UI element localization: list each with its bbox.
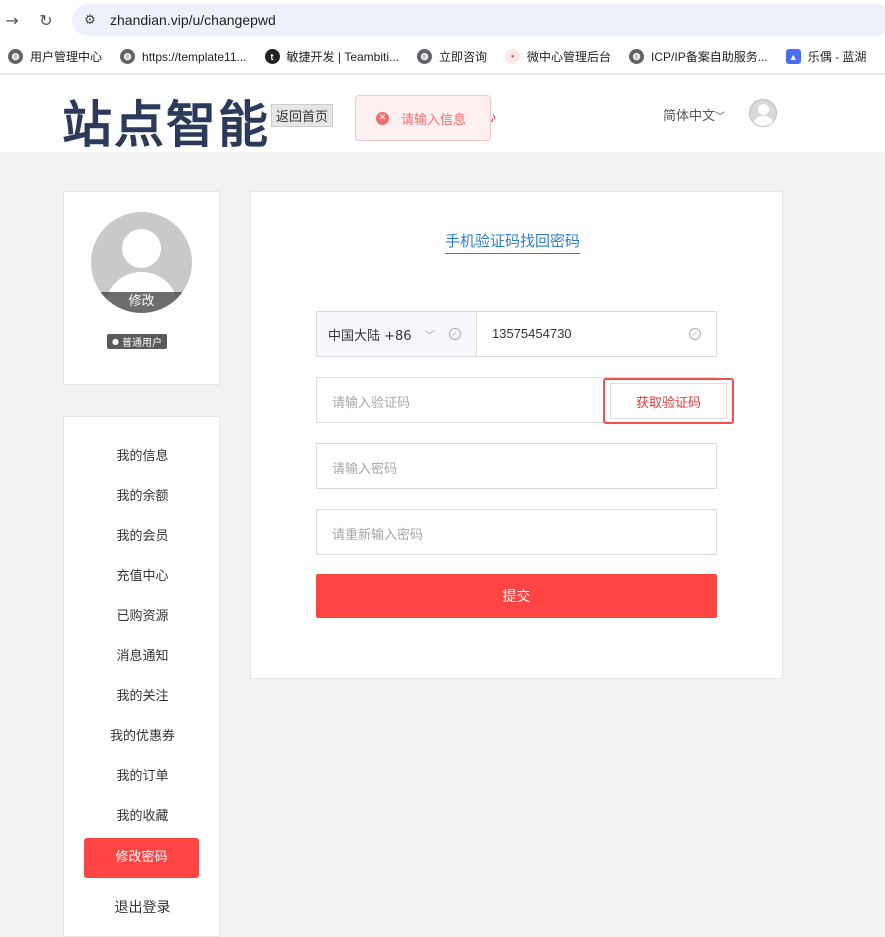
password-field: 请输入密码 [316,443,717,489]
chevron-down-icon: ﹀ [424,330,435,342]
bookmark-item[interactable]: t 敏捷开发 | Teambiti... [264,48,400,65]
bookmark-label: 乐偶 - 蓝湖 [807,50,867,64]
avatar[interactable] [749,99,777,127]
sidebar-item-orders[interactable]: 我的订单 [64,767,221,787]
bookmark-label: 微中心管理后台 [527,50,612,64]
get-code-label: 获取验证码 [635,395,701,411]
phone-input[interactable]: 13575454730 [492,326,572,341]
sidebar-menu: 我的信息 我的余额 我的会员 充值中心 已购资源 消息通知 我的关注 我的优惠券… [63,416,220,937]
country-label: 中国大陆 +86 [328,328,412,344]
user-icon: ● [112,337,119,346]
profile-card: 修改 ● 普通用户 [63,191,220,385]
globe-icon: ◍ [8,49,23,64]
sidebar-item-my-info[interactable]: 我的信息 [64,447,221,467]
avatar-head [758,104,769,115]
site-header: 站点智能 返回首页 中心 ✕ 请输入信息 简体中文﹀ [0,75,885,154]
toast-message: 请输入信息 [401,112,467,128]
phone-field: 中国大陆 +86 ﹀ ✓ 13575454730 ✓ [316,311,717,357]
confirm-password-input[interactable]: 请重新输入密码 [332,524,423,543]
verification-code-field: 请输入验证码 获取验证码 [316,377,734,424]
submit-button[interactable]: 提交 [316,574,717,618]
password-input[interactable]: 请输入密码 [332,458,397,477]
verification-code-input[interactable]: 请输入验证码 [332,392,410,411]
avatar-body [753,116,774,126]
bookmark-item[interactable]: ◍ ICP/IP备案自助服务... [629,48,768,65]
sidebar-item-following[interactable]: 我的关注 [64,687,221,707]
site-settings-icon[interactable]: ⚙ [80,10,100,30]
confirm-password-field: 请重新输入密码 [316,509,717,555]
bookmarks-bar: ◍ 用户管理中心 ◍ https://template11... t 敏捷开发 | T… [0,40,885,74]
language-selector[interactable]: 简体中文﹀ [663,105,725,124]
edit-avatar-button[interactable]: 修改 [91,292,192,313]
bookmark-item[interactable]: ◍ 立即咨询 [417,48,487,65]
address-bar[interactable]: ⚙ zhandian.vip/u/changepwd [72,4,885,36]
home-link[interactable]: 返回首页 [271,104,334,127]
globe-icon: ◍ [120,49,136,64]
profile-avatar[interactable]: 修改 [91,212,192,313]
country-select[interactable]: 中国大陆 +86 ﹀ ✓ [317,312,477,356]
lanhu-icon: ▲ [785,49,801,64]
sidebar-item-balance[interactable]: 我的余额 [64,487,221,507]
logout-button[interactable]: 退出登录 [64,898,221,918]
bookmark-label: 立即咨询 [439,50,488,64]
sidebar-item-favorites[interactable]: 我的收藏 [64,807,221,827]
error-toast: ✕ 请输入信息 [355,95,491,141]
bookmark-label: https://template11... [142,49,247,64]
teambition-icon: t [264,49,280,64]
role-badge: ● 普通用户 [107,334,167,349]
bookmark-label: 用户管理中心 [30,50,103,64]
bookmark-item[interactable]: ◍ 用户管理中心 [8,48,102,65]
browser-toolbar: → ↻ ⚙ zhandian.vip/u/changepwd [0,0,885,40]
sidebar-item-purchased[interactable]: 已购资源 [64,607,221,627]
url-text[interactable]: zhandian.vip/u/changepwd [110,12,276,28]
chevron-down-icon: ﹀ [715,112,726,123]
globe-icon: ◍ [629,49,645,64]
sidebar-item-coupons[interactable]: 我的优惠券 [64,727,221,747]
bookmark-label: 敏捷开发 | Teambiti... [286,50,400,64]
sidebar-item-notifications[interactable]: 消息通知 [64,647,221,667]
sidebar-item-change-password[interactable]: 修改密码 [84,838,199,878]
sidebar-item-recharge[interactable]: 充值中心 [64,567,221,587]
language-label: 简体中文 [663,109,716,124]
bookmark-item[interactable]: ● 微中心管理后台 [505,48,611,65]
get-code-button[interactable]: 获取验证码 [603,378,734,424]
site-logo[interactable]: 站点智能 [62,85,270,157]
check-circle-icon: ✓ [448,328,461,340]
logo-icon: ● [505,49,521,64]
check-circle-icon: ✓ [689,328,701,340]
reset-password-card: 手机验证码找回密码 中国大陆 +86 ﹀ ✓ 13575454730 ✓ 请输入… [250,191,783,679]
globe-icon: ◍ [417,49,433,64]
role-label: 普通用户 [121,338,162,349]
sidebar-item-membership[interactable]: 我的会员 [64,527,221,547]
bookmark-item[interactable]: ◍ https://template11... [120,49,247,64]
reload-icon[interactable]: ↻ [34,8,58,32]
bookmark-label: ICP/IP备案自助服务... [651,50,768,64]
bookmark-item[interactable]: ▲ 乐偶 - 蓝湖 [785,48,867,65]
avatar-head [122,229,161,268]
close-circle-icon: ✕ [376,111,389,125]
forward-icon[interactable]: → [0,8,24,32]
form-title-tab[interactable]: 手机验证码找回密码 [445,230,581,254]
